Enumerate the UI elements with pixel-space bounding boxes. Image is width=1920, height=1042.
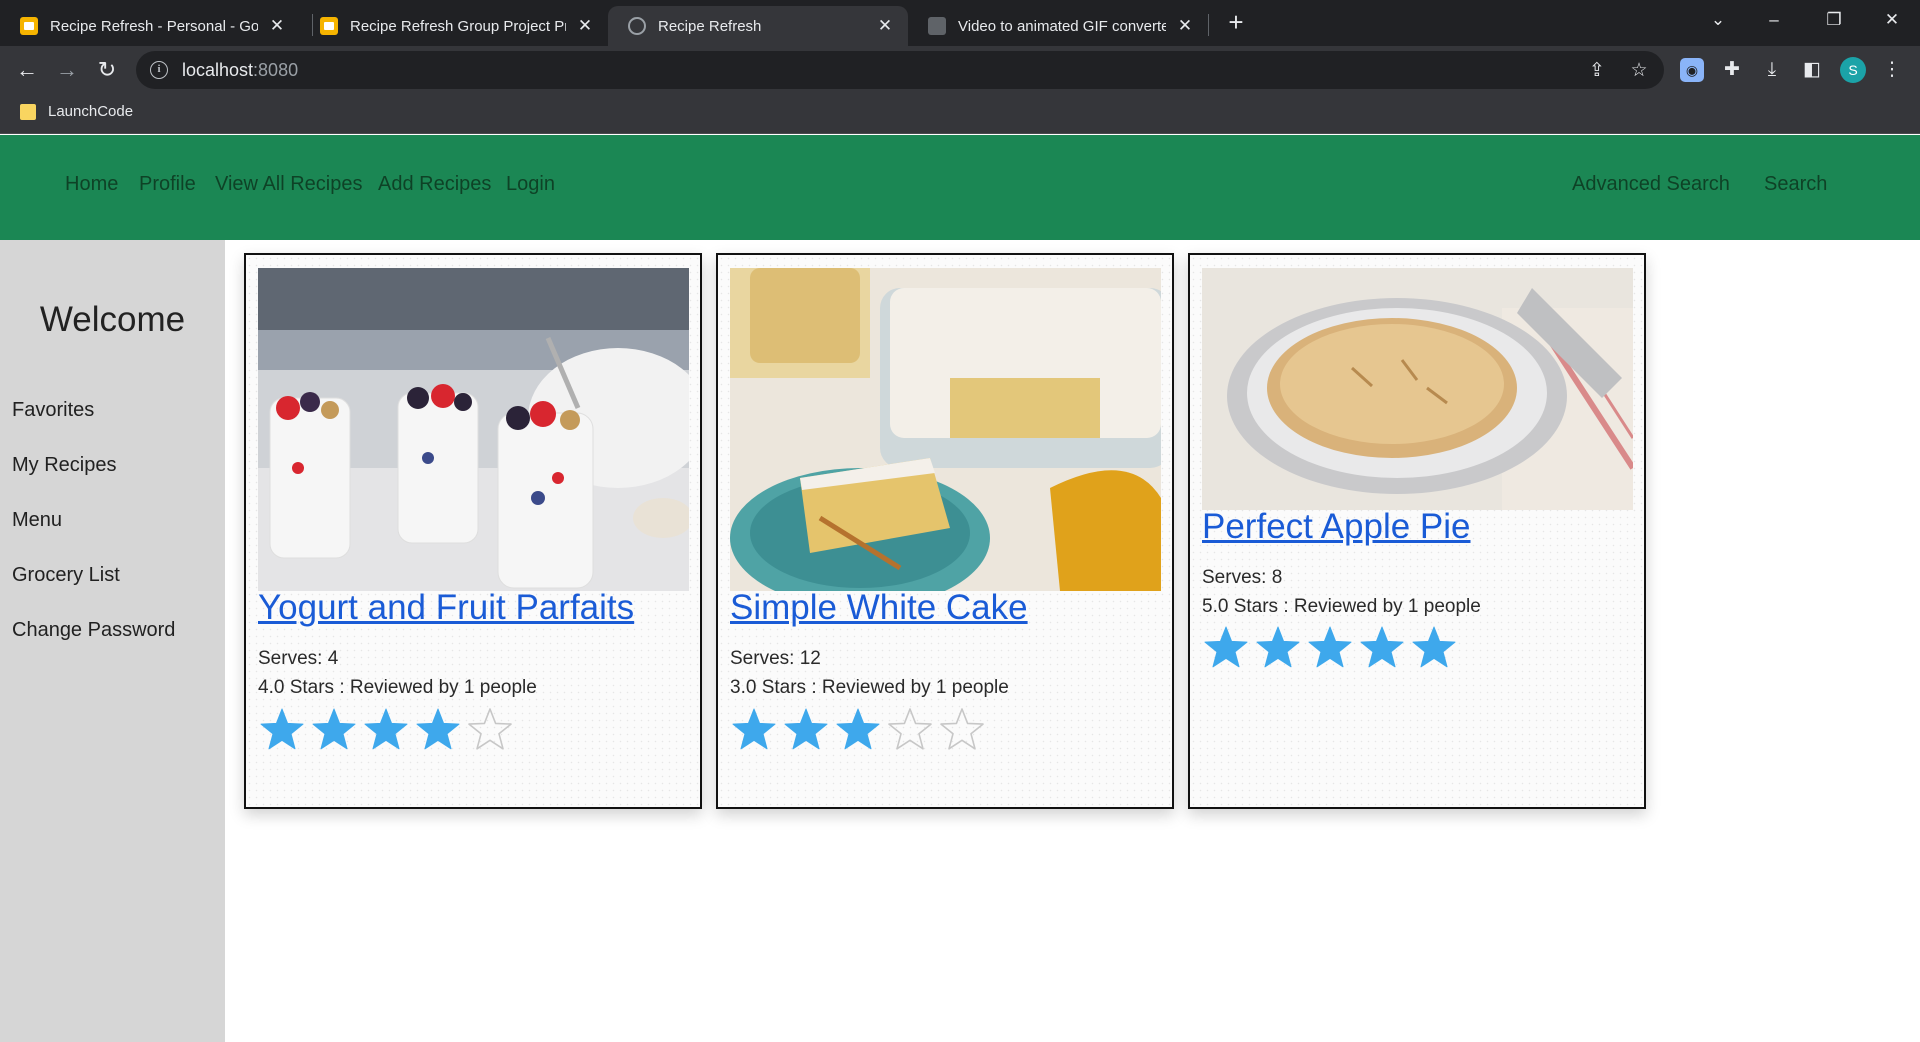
minimize-icon[interactable]: – — [1746, 0, 1802, 40]
sidebar-item-menu[interactable]: Menu — [12, 509, 62, 532]
star-filled-icon — [312, 708, 356, 750]
bookmark-launchcode[interactable]: LaunchCode — [20, 103, 133, 120]
url-text: localhost:8080 — [182, 60, 298, 81]
profile-avatar[interactable]: S — [1840, 57, 1866, 83]
close-icon[interactable]: ✕ — [874, 15, 896, 37]
star-empty-icon — [940, 708, 984, 750]
sidebar-item-my-recipes[interactable]: My Recipes — [12, 454, 116, 477]
recipe-rating-text: 5.0 Stars : Reviewed by 1 people — [1202, 596, 1481, 617]
sidebar: Welcome Favorites My Recipes Menu Grocer… — [0, 240, 225, 1042]
star-filled-icon — [1308, 626, 1352, 668]
forward-icon[interactable]: → — [49, 52, 85, 88]
star-filled-icon — [260, 708, 304, 750]
nav-login-link[interactable]: Login — [506, 173, 555, 196]
tab-divider — [1208, 14, 1209, 36]
recipe-serves: Serves: 12 — [730, 648, 821, 669]
tab-title: Video to animated GIF converter — [958, 17, 1166, 35]
star-rating — [730, 706, 986, 754]
recipe-photo-white-cake[interactable] — [730, 268, 1161, 591]
star-filled-icon — [1204, 626, 1248, 668]
download-icon[interactable]: ⤓ — [1760, 58, 1784, 82]
tab-title: Recipe Refresh Group Project Pre — [350, 17, 566, 35]
browser-toolbar: ← → ↻ i localhost:8080 ⇪ ☆ ◉ ✚ ⤓ ◧ S ⋮ — [0, 46, 1920, 94]
more-menu-icon[interactable]: ⋮ — [1880, 58, 1904, 82]
reload-icon[interactable]: ↻ — [89, 52, 125, 88]
browser-tab[interactable]: Recipe Refresh - Personal - Goog ✕ — [0, 6, 300, 46]
recipe-title-link[interactable]: Simple White Cake — [730, 588, 1028, 628]
sidebar-item-change-password[interactable]: Change Password — [12, 619, 175, 642]
nav-home-link[interactable]: Home — [65, 173, 118, 196]
url-host: localhost — [182, 59, 254, 80]
maximize-icon[interactable]: ❐ — [1806, 0, 1862, 40]
recipe-photo-yogurt-parfaits[interactable] — [258, 268, 689, 591]
star-empty-icon — [468, 708, 512, 750]
site-navbar: Home Profile View All Recipes Add Recipe… — [0, 135, 1920, 240]
recipe-card: Yogurt and Fruit Parfaits Serves: 4 4.0 … — [244, 253, 702, 809]
star-rating — [258, 706, 514, 754]
star-filled-icon — [784, 708, 828, 750]
nav-view-all-recipes-link[interactable]: View All Recipes — [215, 173, 362, 196]
close-icon[interactable]: ✕ — [1174, 15, 1196, 37]
recipe-card: Perfect Apple Pie Serves: 8 5.0 Stars : … — [1188, 253, 1646, 809]
share-icon[interactable]: ⇪ — [1586, 60, 1608, 82]
star-empty-icon — [888, 708, 932, 750]
new-tab-button[interactable]: + — [1220, 6, 1252, 38]
recipe-title-link[interactable]: Yogurt and Fruit Parfaits — [258, 588, 634, 628]
sidebar-item-grocery-list[interactable]: Grocery List — [12, 564, 120, 587]
nav-profile-link[interactable]: Profile — [139, 173, 196, 196]
back-icon[interactable]: ← — [9, 52, 45, 88]
star-filled-icon — [836, 708, 880, 750]
browser-tab-strip: Recipe Refresh - Personal - Goog ✕ Recip… — [0, 0, 1920, 46]
nav-add-recipes-link[interactable]: Add Recipes — [378, 173, 491, 196]
star-filled-icon — [364, 708, 408, 750]
site-info-icon[interactable]: i — [150, 61, 168, 79]
tab-title: Recipe Refresh - Personal - Goog — [50, 17, 258, 35]
star-filled-icon — [1256, 626, 1300, 668]
browser-tab[interactable]: Video to animated GIF converter ✕ — [908, 6, 1208, 46]
browser-tab-active[interactable]: Recipe Refresh ✕ — [608, 6, 908, 46]
extensions-puzzle-icon[interactable]: ✚ — [1720, 58, 1744, 82]
bookmarks-bar: LaunchCode — [0, 94, 1920, 134]
star-filled-icon — [1412, 626, 1456, 668]
nav-search-link[interactable]: Search — [1764, 173, 1827, 196]
sidebar-item-favorites[interactable]: Favorites — [12, 399, 94, 422]
slides-icon — [20, 17, 38, 35]
window-close-icon[interactable]: ✕ — [1864, 0, 1920, 40]
close-icon[interactable]: ✕ — [266, 15, 288, 37]
recipe-photo-apple-pie[interactable] — [1202, 268, 1633, 510]
bookmark-star-icon[interactable]: ☆ — [1628, 60, 1650, 82]
slides-icon — [320, 17, 338, 35]
recipe-rating-text: 3.0 Stars : Reviewed by 1 people — [730, 677, 1009, 698]
star-rating — [1202, 624, 1458, 672]
star-filled-icon — [732, 708, 776, 750]
side-panel-icon[interactable]: ◧ — [1800, 58, 1824, 82]
bookmark-label: LaunchCode — [48, 103, 134, 120]
recipe-rating-text: 4.0 Stars : Reviewed by 1 people — [258, 677, 537, 698]
recipe-card: Simple White Cake Serves: 12 3.0 Stars :… — [716, 253, 1174, 809]
gif-icon — [928, 17, 946, 35]
browser-tab[interactable]: Recipe Refresh Group Project Pre ✕ — [300, 6, 608, 46]
nav-advanced-search-link[interactable]: Advanced Search — [1572, 173, 1730, 196]
tab-title: Recipe Refresh — [658, 17, 762, 35]
screen-capture-extension-icon[interactable]: ◉ — [1680, 58, 1704, 82]
bookmark-icon — [20, 103, 36, 120]
close-icon[interactable]: ✕ — [574, 15, 596, 37]
recipe-serves: Serves: 8 — [1202, 567, 1283, 588]
star-filled-icon — [416, 708, 460, 750]
tab-search-icon[interactable]: ⌄ — [1690, 0, 1746, 40]
globe-icon — [628, 17, 646, 35]
address-bar[interactable]: i localhost:8080 ⇪ ☆ — [136, 51, 1664, 89]
sidebar-welcome-heading: Welcome — [39, 300, 186, 339]
star-filled-icon — [1360, 626, 1404, 668]
url-port: :8080 — [253, 59, 299, 80]
recipe-serves: Serves: 4 — [258, 648, 339, 669]
recipe-title-link[interactable]: Perfect Apple Pie — [1202, 507, 1471, 547]
